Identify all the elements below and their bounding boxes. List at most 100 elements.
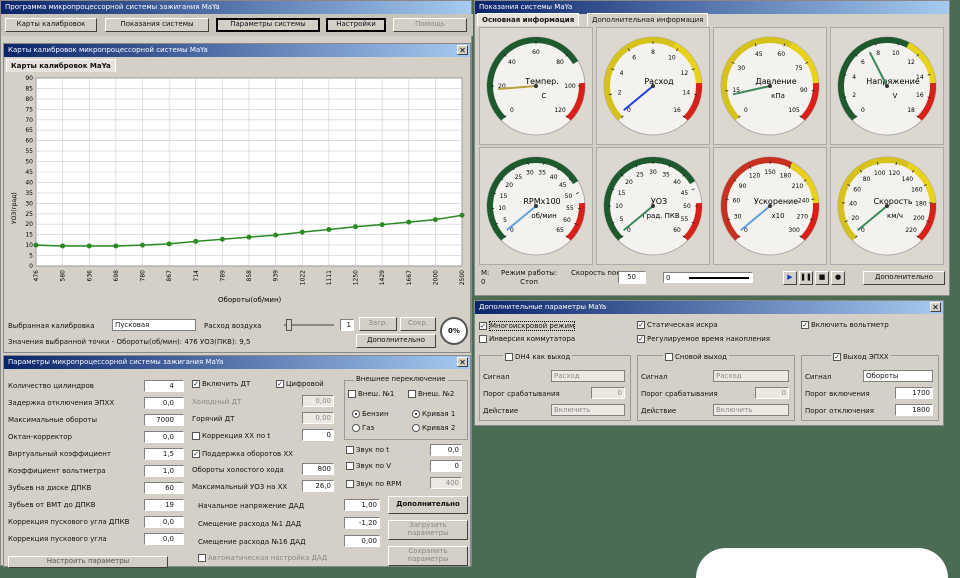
params-more-button[interactable]: Дополнительно xyxy=(388,496,468,514)
data-point[interactable] xyxy=(406,220,411,225)
xx-corr-check[interactable]: Коррекция XX по t xyxy=(192,432,270,440)
sound-rpm-check[interactable]: Звук по RPM xyxy=(346,480,401,488)
auto-dad-check[interactable]: Автоматическая настройка ДАД xyxy=(198,554,327,562)
data-point[interactable] xyxy=(113,243,118,248)
tab-system-params[interactable]: Параметры системы xyxy=(216,18,320,32)
digital-check[interactable]: ✓Цифровой xyxy=(276,380,324,388)
air-value[interactable]: 1 xyxy=(340,319,354,331)
param-value[interactable]: 0,0 xyxy=(144,533,184,545)
data-point[interactable] xyxy=(60,243,65,248)
calib-select[interactable]: Пусковая xyxy=(112,319,196,331)
static-spark-check[interactable]: ✓Статическая искра xyxy=(637,321,718,329)
save-params-button[interactable]: Сохранить параметры xyxy=(388,546,468,566)
g2-action-select[interactable]: Включить xyxy=(713,404,789,416)
dad-shift1-value[interactable]: -1,20 xyxy=(344,517,380,529)
dh4-action-select[interactable]: Включить xyxy=(551,404,625,416)
benzin-radio[interactable]: Бензин xyxy=(352,410,389,418)
save-button[interactable]: Сохр. xyxy=(400,317,436,331)
tab-readings[interactable]: Показания системы xyxy=(105,18,209,32)
close-icon[interactable]: ✕ xyxy=(457,45,468,55)
g2-threshold-value[interactable]: 0 xyxy=(755,387,789,399)
tab-maya-maps[interactable]: Карты калибровок MaYa xyxy=(6,59,116,72)
sound-rpm-value[interactable]: 400 xyxy=(430,477,462,489)
param-value[interactable]: 1,5 xyxy=(144,448,184,460)
sound-v-check[interactable]: Звук по V xyxy=(346,462,391,470)
new-output-check[interactable]: Сновой выход xyxy=(663,353,729,361)
ext-n2-check[interactable]: Внеш. №2 xyxy=(408,390,454,398)
configure-params-button[interactable]: Настроить параметры xyxy=(8,556,168,568)
record-button[interactable]: ● xyxy=(831,271,845,285)
max-uoz-value[interactable]: 26,0 xyxy=(302,480,334,492)
sound-v-value[interactable]: 0,0 xyxy=(430,444,462,456)
tab-settings[interactable]: Настройки xyxy=(326,18,386,32)
maps-extra-button[interactable]: Дополнительно xyxy=(356,334,436,348)
data-point[interactable] xyxy=(167,241,172,246)
curve1-radio[interactable]: Кривая 1 xyxy=(412,410,455,418)
sound-t-value[interactable]: 0 xyxy=(430,460,462,472)
param-value[interactable]: 0,0 xyxy=(144,516,184,528)
ext-n1-check[interactable]: Внеш. №1 xyxy=(348,390,394,398)
data-point[interactable] xyxy=(300,230,305,235)
dad-shift16-value[interactable]: 0,00 xyxy=(344,535,380,547)
x-tick-label: 1250 xyxy=(353,270,360,285)
data-point[interactable] xyxy=(353,224,358,229)
tab-help[interactable]: Помощь xyxy=(393,18,467,32)
play-button[interactable]: ▶ xyxy=(783,271,797,285)
data-point[interactable] xyxy=(273,233,278,238)
tab-calib-maps[interactable]: Карты калибровок xyxy=(5,18,97,32)
pause-button[interactable]: ❚❚ xyxy=(799,271,813,285)
param-value[interactable]: 4 xyxy=(144,380,184,392)
data-point[interactable] xyxy=(247,235,252,240)
param-value[interactable]: 7000 xyxy=(144,414,184,426)
calibration-chart[interactable]: 908580757065605550454035302520151050 476… xyxy=(8,74,468,306)
play-slider[interactable] xyxy=(689,277,749,279)
load-params-button[interactable]: Загрузить параметры xyxy=(388,520,468,540)
speed-value[interactable]: 50 xyxy=(618,271,646,284)
dh4-signal-select[interactable]: Расход xyxy=(551,370,625,382)
g3-on-value[interactable]: 1700 xyxy=(895,387,933,399)
inversion-check[interactable]: Инверсия коммутатора xyxy=(479,335,575,343)
cold-dt-value[interactable]: 0,00 xyxy=(302,395,334,407)
param-value[interactable]: 1,0 xyxy=(144,465,184,477)
gaz-radio[interactable]: Газ xyxy=(352,424,374,432)
param-value[interactable]: 60 xyxy=(144,482,184,494)
dad-start-value[interactable]: 1,00 xyxy=(344,499,380,511)
param-value[interactable]: 19 xyxy=(144,499,184,511)
idle-rpm-value[interactable]: 800 xyxy=(302,463,334,475)
data-point[interactable] xyxy=(433,217,438,222)
curve2-radio[interactable]: Кривая 2 xyxy=(412,424,455,432)
data-point[interactable] xyxy=(87,243,92,248)
param-value[interactable]: 0,0 xyxy=(144,397,184,409)
air-slider-thumb[interactable] xyxy=(286,319,292,331)
data-point[interactable] xyxy=(193,239,198,244)
gauge-tick: 210 xyxy=(792,183,804,190)
tab-main-info[interactable]: Основная информация xyxy=(477,13,579,26)
data-point[interactable] xyxy=(34,243,39,248)
hot-dt-value[interactable]: 0,00 xyxy=(302,412,334,424)
data-point[interactable] xyxy=(460,213,465,218)
xx-corr-value[interactable]: 0 xyxy=(302,429,334,441)
reg-time-check[interactable]: ✓Регулируемое время накопления xyxy=(637,335,770,343)
data-point[interactable] xyxy=(380,222,385,227)
voltmeter-check[interactable]: ✓Включить вольтметр xyxy=(801,321,889,329)
enable-dt-check[interactable]: ✓Включить ДТ xyxy=(192,380,250,388)
dh4-threshold-value[interactable]: 0 xyxy=(591,387,625,399)
dh4-check[interactable]: DH4 как выход xyxy=(503,353,572,361)
g3-signal-select[interactable]: Обороты xyxy=(863,370,933,382)
g2-signal-select[interactable]: Расход xyxy=(713,370,789,382)
data-point[interactable] xyxy=(326,227,331,232)
stop-button[interactable]: ■ xyxy=(815,271,829,285)
close-icon[interactable]: ✕ xyxy=(457,357,468,367)
multispark-check[interactable]: ✓Многоискровой режим xyxy=(479,321,575,331)
close-icon[interactable]: ✕ xyxy=(930,302,941,312)
data-point[interactable] xyxy=(140,243,145,248)
load-button[interactable]: Загр. xyxy=(359,317,397,331)
data-point[interactable] xyxy=(220,237,225,242)
epxx-check[interactable]: ✓Выход ЭПХХ xyxy=(831,353,891,361)
sound-t-check[interactable]: Звук по t xyxy=(346,446,389,454)
g3-off-value[interactable]: 1800 xyxy=(895,404,933,416)
param-value[interactable]: 0,0 xyxy=(144,431,184,443)
gauges-extra-button[interactable]: Дополнительно xyxy=(863,271,945,285)
support-xx-check[interactable]: ✓Поддержка оборотов XX xyxy=(192,450,293,458)
tab-extra-info[interactable]: Дополнительная информация xyxy=(587,13,708,26)
